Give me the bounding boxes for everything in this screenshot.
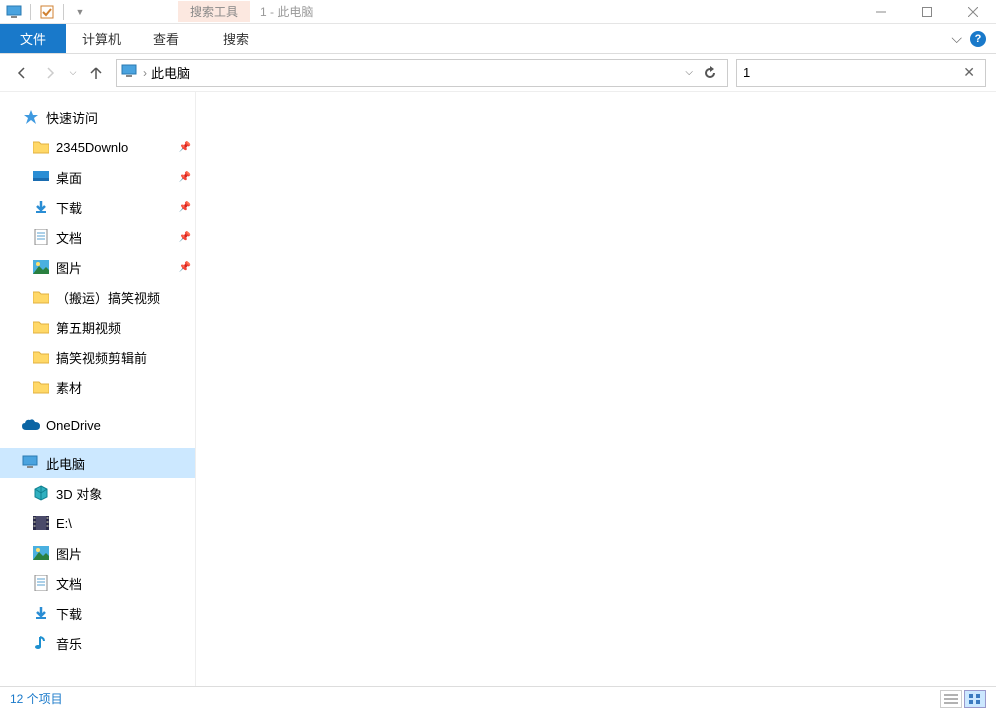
sidebar-item[interactable]: 桌面📌	[0, 162, 195, 192]
content-pane[interactable]	[196, 92, 996, 686]
title-bar: ▼ 搜索工具 1 - 此电脑	[0, 0, 996, 24]
status-item-count: 12 个项目	[10, 690, 63, 707]
sidebar-item[interactable]: 素材	[0, 372, 195, 402]
address-dropdown-icon[interactable]: ⌵	[681, 67, 697, 78]
pin-icon: 📌	[179, 232, 191, 243]
clear-search-button[interactable]: ✕	[959, 64, 979, 81]
sidebar-this-pc[interactable]: 此电脑	[0, 448, 195, 478]
pin-icon: 📌	[179, 202, 191, 213]
folder-icon	[32, 138, 50, 156]
sidebar-item-label: 素材	[56, 378, 195, 397]
quick-access-toolbar: ▼	[0, 4, 88, 20]
sidebar-item[interactable]: 图片📌	[0, 252, 195, 282]
ribbon-tab-computer[interactable]: 计算机	[66, 24, 137, 53]
sidebar-item-label: 快速访问	[46, 108, 195, 127]
navigation-pane[interactable]: 快速访问 2345Downlo📌桌面📌下载📌文档📌图片📌（搬运）搞笑视频第五期视…	[0, 92, 196, 686]
sidebar-item-label: （搬运）搞笑视频	[56, 288, 195, 307]
sidebar-quick-access[interactable]: 快速访问	[0, 102, 195, 132]
ribbon-collapse-icon[interactable]: ⌵	[951, 30, 962, 47]
folder-icon	[32, 348, 50, 366]
breadcrumb-sep: ›	[143, 66, 147, 80]
sidebar-item-label: 第五期视频	[56, 318, 195, 337]
download-icon	[32, 198, 50, 216]
close-button[interactable]	[950, 0, 996, 24]
sidebar-item[interactable]: 2345Downlo📌	[0, 132, 195, 162]
sidebar-item-label: E:\	[56, 516, 195, 531]
pin-icon: 📌	[179, 172, 191, 183]
sidebar-item[interactable]: 3D 对象	[0, 478, 195, 508]
address-bar[interactable]: › 此电脑 ⌵	[116, 59, 728, 87]
pc-icon	[121, 64, 139, 82]
status-bar: 12 个项目	[0, 686, 996, 710]
pin-icon: 📌	[179, 262, 191, 273]
back-button[interactable]	[10, 61, 34, 85]
recent-dropdown-button[interactable]: ⌵	[66, 61, 80, 85]
separator	[63, 4, 64, 20]
refresh-button[interactable]	[697, 66, 723, 80]
ribbon-tab-view[interactable]: 查看	[137, 24, 195, 53]
sidebar-onedrive[interactable]: OneDrive	[0, 410, 195, 440]
sidebar-item-label: 下载	[56, 198, 179, 217]
sidebar-item[interactable]: 搞笑视频剪辑前	[0, 342, 195, 372]
qat-dropdown-icon[interactable]: ▼	[72, 4, 88, 20]
video-icon	[32, 514, 50, 532]
sidebar-item[interactable]: 音乐	[0, 628, 195, 658]
sidebar-item[interactable]: 下载	[0, 598, 195, 628]
sidebar-item-label: 音乐	[56, 634, 195, 653]
maximize-button[interactable]	[904, 0, 950, 24]
sidebar-item-label: 文档	[56, 228, 179, 247]
sidebar-item-label: 图片	[56, 544, 195, 563]
sidebar-item-label: 3D 对象	[56, 484, 195, 503]
sidebar-item[interactable]: 文档	[0, 568, 195, 598]
search-input[interactable]	[743, 65, 959, 80]
ribbon-tab-file[interactable]: 文件	[0, 24, 66, 53]
document-icon	[32, 574, 50, 592]
up-button[interactable]	[84, 61, 108, 85]
3d-icon	[32, 484, 50, 502]
sidebar-item-label: 2345Downlo	[56, 140, 179, 155]
separator	[30, 4, 31, 20]
sidebar-item[interactable]: 第五期视频	[0, 312, 195, 342]
window-controls	[858, 0, 996, 24]
sidebar-item[interactable]: 下载📌	[0, 192, 195, 222]
details-view-button[interactable]	[940, 690, 962, 708]
pc-icon	[6, 4, 22, 20]
sidebar-item-label: OneDrive	[46, 418, 195, 433]
sidebar-item-label: 图片	[56, 258, 179, 277]
forward-button[interactable]	[38, 61, 62, 85]
folder-icon	[32, 378, 50, 396]
onedrive-icon	[22, 416, 40, 434]
context-tab-search-tools: 搜索工具	[178, 1, 250, 22]
folder-icon	[32, 288, 50, 306]
pc-icon	[22, 454, 40, 472]
folder-icon	[32, 318, 50, 336]
sidebar-item-label: 下载	[56, 604, 195, 623]
sidebar-item[interactable]: 文档📌	[0, 222, 195, 252]
search-box[interactable]: ✕	[736, 59, 986, 87]
navigation-bar: ⌵ › 此电脑 ⌵ ✕	[0, 54, 996, 92]
ribbon-tabs: 文件 计算机 查看 搜索 ⌵ ?	[0, 24, 996, 54]
sidebar-item-label: 桌面	[56, 168, 179, 187]
minimize-button[interactable]	[858, 0, 904, 24]
star-icon	[22, 108, 40, 126]
document-icon	[32, 228, 50, 246]
ribbon-tab-search[interactable]: 搜索	[207, 24, 265, 53]
sidebar-item-label: 此电脑	[46, 454, 195, 473]
icons-view-button[interactable]	[964, 690, 986, 708]
desktop-icon	[32, 168, 50, 186]
picture-icon	[32, 544, 50, 562]
download-icon	[32, 604, 50, 622]
breadcrumb-location[interactable]: 此电脑	[151, 63, 681, 82]
properties-icon[interactable]	[39, 4, 55, 20]
pin-icon: 📌	[179, 142, 191, 153]
sidebar-item[interactable]: 图片	[0, 538, 195, 568]
music-icon	[32, 634, 50, 652]
sidebar-item-label: 搞笑视频剪辑前	[56, 348, 195, 367]
help-icon[interactable]: ?	[970, 31, 986, 47]
sidebar-item-label: 文档	[56, 574, 195, 593]
sidebar-item[interactable]: （搬运）搞笑视频	[0, 282, 195, 312]
sidebar-item[interactable]: E:\	[0, 508, 195, 538]
picture-icon	[32, 258, 50, 276]
window-title: 1 - 此电脑	[260, 3, 313, 20]
